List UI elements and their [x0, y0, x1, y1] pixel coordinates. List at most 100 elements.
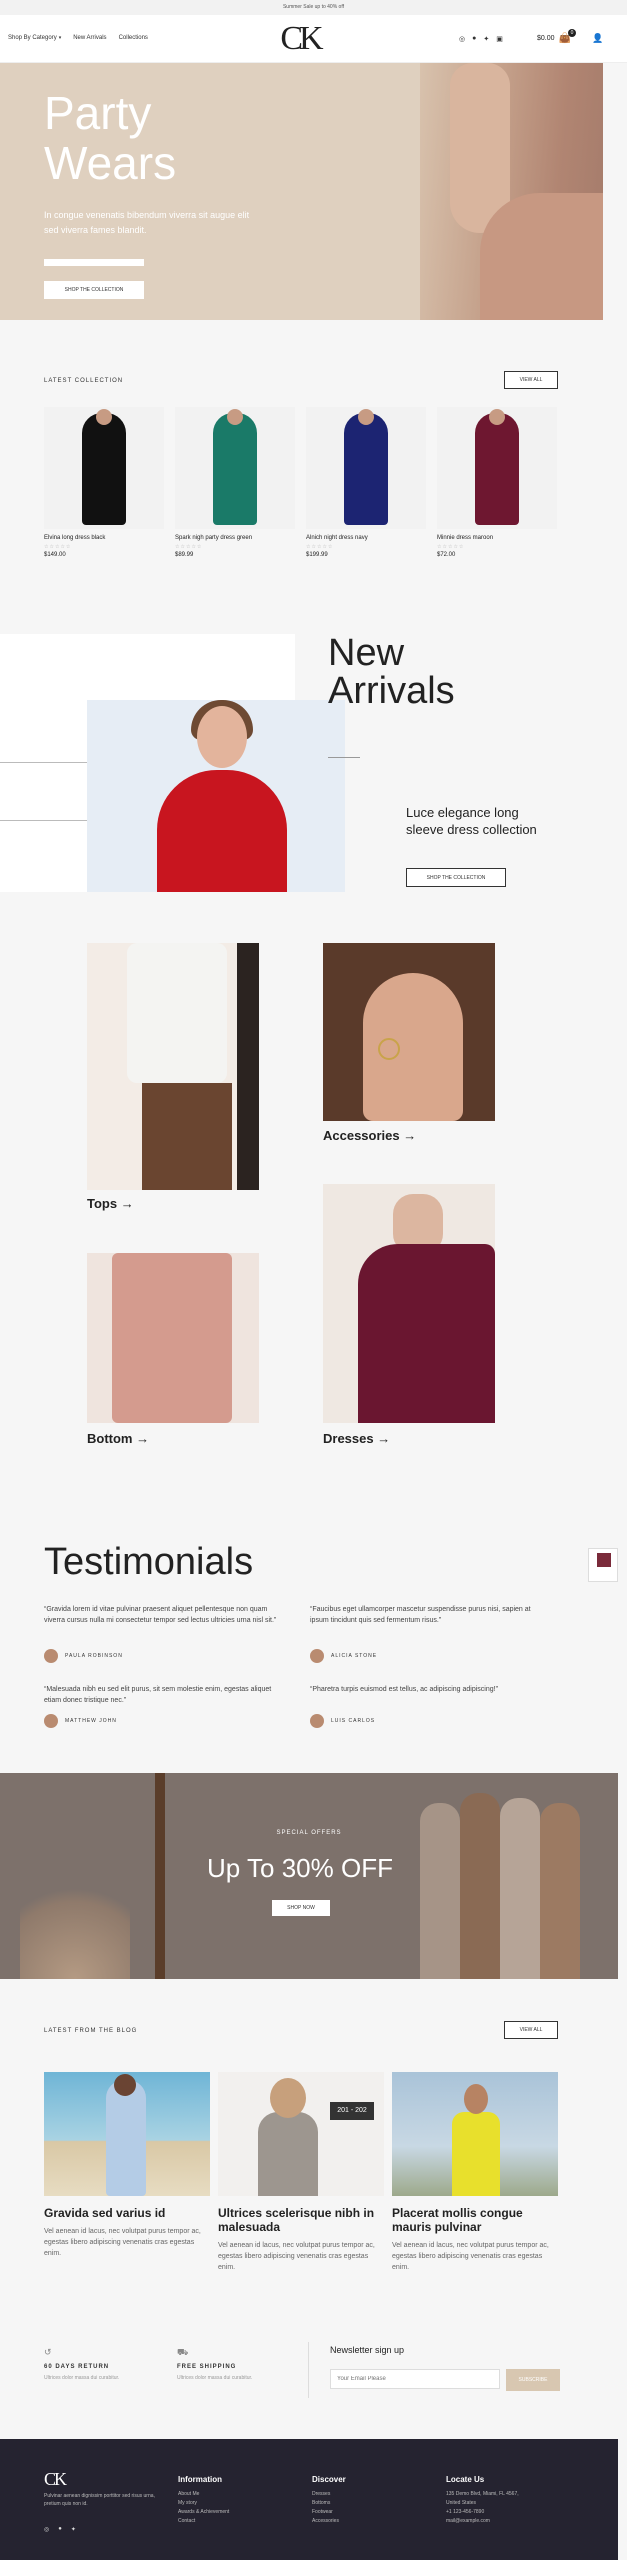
special-offer-banner: SPECIAL OFFERS Up To 30% OFF SHOP NOW — [0, 1773, 618, 1979]
burgundy-dress-shape — [358, 1244, 495, 1423]
twitter-icon[interactable]: ✦ — [483, 35, 489, 43]
new-arrivals-description: Luce elegance long sleeve dress collecti… — [406, 805, 537, 837]
category-bottom-image[interactable] — [87, 1253, 259, 1423]
latest-collection-label: LATEST COLLECTION — [44, 378, 124, 384]
nav-shop-by-category[interactable]: Shop By Category ▾ — [8, 35, 61, 41]
product-head — [358, 409, 374, 425]
avatar — [44, 1714, 58, 1728]
latest-view-all-button[interactable]: VIEW ALL — [504, 371, 558, 389]
product-head — [227, 409, 243, 425]
category-accessories-label[interactable]: Accessories → — [323, 1128, 416, 1143]
account-icon[interactable]: 👤 — [592, 33, 603, 44]
footer-link[interactable]: Accessories — [312, 2517, 346, 2526]
instagram-icon[interactable]: ◎ — [44, 2526, 49, 2533]
door-sign: 201 - 202 — [330, 2102, 374, 2120]
instagram-icon[interactable]: ◎ — [459, 35, 465, 43]
head-shape — [114, 2074, 136, 2096]
footer-link[interactable]: Awards & Achievement — [178, 2508, 229, 2517]
testimonial-quote: “Malesuada nibh eu sed elit purus, sit s… — [44, 1686, 272, 1704]
truck-icon: ⛟ — [177, 2347, 189, 2357]
footer-phone[interactable]: +1 123-456-7890 — [446, 2508, 519, 2517]
promo-headline: Up To 30% OFF — [207, 1853, 393, 1883]
category-bottom-label[interactable]: Bottom → — [87, 1431, 149, 1446]
category-tops-image[interactable] — [87, 943, 259, 1190]
blog-post-card[interactable]: Gravida sed varius id Vel aenean id lacu… — [44, 2072, 210, 2259]
product-price: $149.00 — [44, 552, 66, 558]
product-card[interactable]: Alnich night dress navy ☆☆☆☆☆ $199.99 — [306, 407, 426, 558]
avatar — [44, 1649, 58, 1663]
blog-post-card[interactable]: Placerat mollis congue mauris pulvinar V… — [392, 2072, 558, 2273]
facebook-icon[interactable]: ● — [472, 35, 476, 43]
product-image[interactable] — [175, 407, 295, 529]
product-image[interactable] — [44, 407, 164, 529]
cart-button[interactable]: $0.00 👜 0 — [537, 29, 576, 44]
product-figure — [82, 413, 126, 525]
youtube-icon[interactable]: ▣ — [496, 35, 503, 43]
footer-link[interactable]: Dresses — [312, 2490, 346, 2499]
white-shirt-shape — [127, 943, 227, 1083]
category-dresses-image[interactable] — [323, 1184, 495, 1423]
newsletter-subscribe-button[interactable]: SUBSCRIBE — [506, 2369, 560, 2391]
announcement-text: Summer Sale up to 40% off — [282, 4, 345, 10]
product-rating: ☆☆☆☆☆ — [175, 544, 203, 550]
blog-post-image[interactable] — [44, 2072, 210, 2196]
product-name[interactable]: Minnie dress maroon — [437, 535, 557, 541]
footer-link[interactable]: My story — [178, 2499, 229, 2508]
product-rating: ☆☆☆☆☆ — [44, 544, 72, 550]
product-figure — [344, 413, 388, 525]
product-figure — [475, 413, 519, 525]
product-image[interactable] — [306, 407, 426, 529]
facebook-icon[interactable]: ● — [58, 2526, 62, 2533]
floating-preview-tab[interactable] — [588, 1548, 618, 1582]
blog-post-image[interactable] — [392, 2072, 558, 2196]
footer-link[interactable]: About Me — [178, 2490, 229, 2499]
product-card[interactable]: Minnie dress maroon ☆☆☆☆☆ $72.00 — [437, 407, 557, 558]
nav-new-arrivals[interactable]: New Arrivals — [73, 35, 106, 41]
blog-post-title[interactable]: Placerat mollis congue mauris pulvinar — [392, 2206, 558, 2234]
decorative-line — [0, 762, 87, 763]
footer-link[interactable]: Bottoms — [312, 2499, 346, 2508]
twitter-icon[interactable]: ✦ — [71, 2526, 76, 2533]
blog-post-title[interactable]: Ultrices scelerisque nibh in malesuada — [218, 2206, 384, 2234]
cart-icon: 👜 0 — [559, 29, 576, 44]
blog-post-title[interactable]: Gravida sed varius id — [44, 2206, 210, 2220]
hero-image — [420, 63, 603, 320]
product-rating: ☆☆☆☆☆ — [306, 544, 334, 550]
nav-collections[interactable]: Collections — [119, 35, 148, 41]
product-name[interactable]: Spark nigh party dress green — [175, 535, 295, 541]
feature-subtitle: Ultrices dolor massa dui curabitur. — [44, 2375, 120, 2381]
site-logo[interactable]: CK — [270, 22, 330, 56]
red-sweater-shape — [157, 770, 287, 892]
return-icon: ↺ — [44, 2347, 52, 2357]
blog-post-card[interactable]: 201 - 202 Ultrices scelerisque nibh in m… — [218, 2072, 384, 2273]
footer-email[interactable]: mail@example.com — [446, 2517, 519, 2526]
product-card[interactable]: Spark nigh party dress green ☆☆☆☆☆ $89.9… — [175, 407, 295, 558]
earring-shape — [378, 1038, 400, 1060]
product-head — [96, 409, 112, 425]
hero-title: Party Wears — [44, 87, 177, 189]
blog-view-all-button[interactable]: VIEW ALL — [504, 2021, 558, 2039]
product-name[interactable]: Alnich night dress navy — [306, 535, 426, 541]
product-price: $89.99 — [175, 552, 194, 558]
blue-dress-shape — [106, 2080, 146, 2196]
footer-logo[interactable]: CK — [44, 2469, 67, 2490]
feature-title: 60 DAYS RETURN — [44, 2364, 110, 2370]
category-dresses-label[interactable]: Dresses → — [323, 1431, 390, 1446]
product-name[interactable]: Elvina long dress black — [44, 535, 164, 541]
new-arrivals-shop-button[interactable]: SHOP THE COLLECTION — [406, 868, 506, 887]
footer-link[interactable]: Footwear — [312, 2508, 346, 2517]
footer-column-title: Information — [178, 2475, 222, 2484]
newsletter-email-input[interactable] — [330, 2369, 500, 2389]
product-image[interactable] — [437, 407, 557, 529]
category-accessories-image[interactable] — [323, 943, 495, 1121]
chevron-down-icon: ▾ — [58, 35, 62, 41]
category-tops-label[interactable]: Tops → — [87, 1196, 134, 1211]
hero-shop-button[interactable]: SHOP THE COLLECTION — [44, 281, 144, 299]
footer-link[interactable]: Contact — [178, 2517, 229, 2526]
promo-shop-button[interactable]: SHOP NOW — [272, 1900, 330, 1916]
product-card[interactable]: Elvina long dress black ☆☆☆☆☆ $149.00 — [44, 407, 164, 558]
yellow-dress-shape — [452, 2112, 500, 2196]
blog-post-image[interactable]: 201 - 202 — [218, 2072, 384, 2196]
hero-banner: Party Wears In congue venenatis bibendum … — [0, 63, 603, 320]
hero-subtitle: In congue venenatis bibendum viverra sit… — [44, 210, 250, 235]
